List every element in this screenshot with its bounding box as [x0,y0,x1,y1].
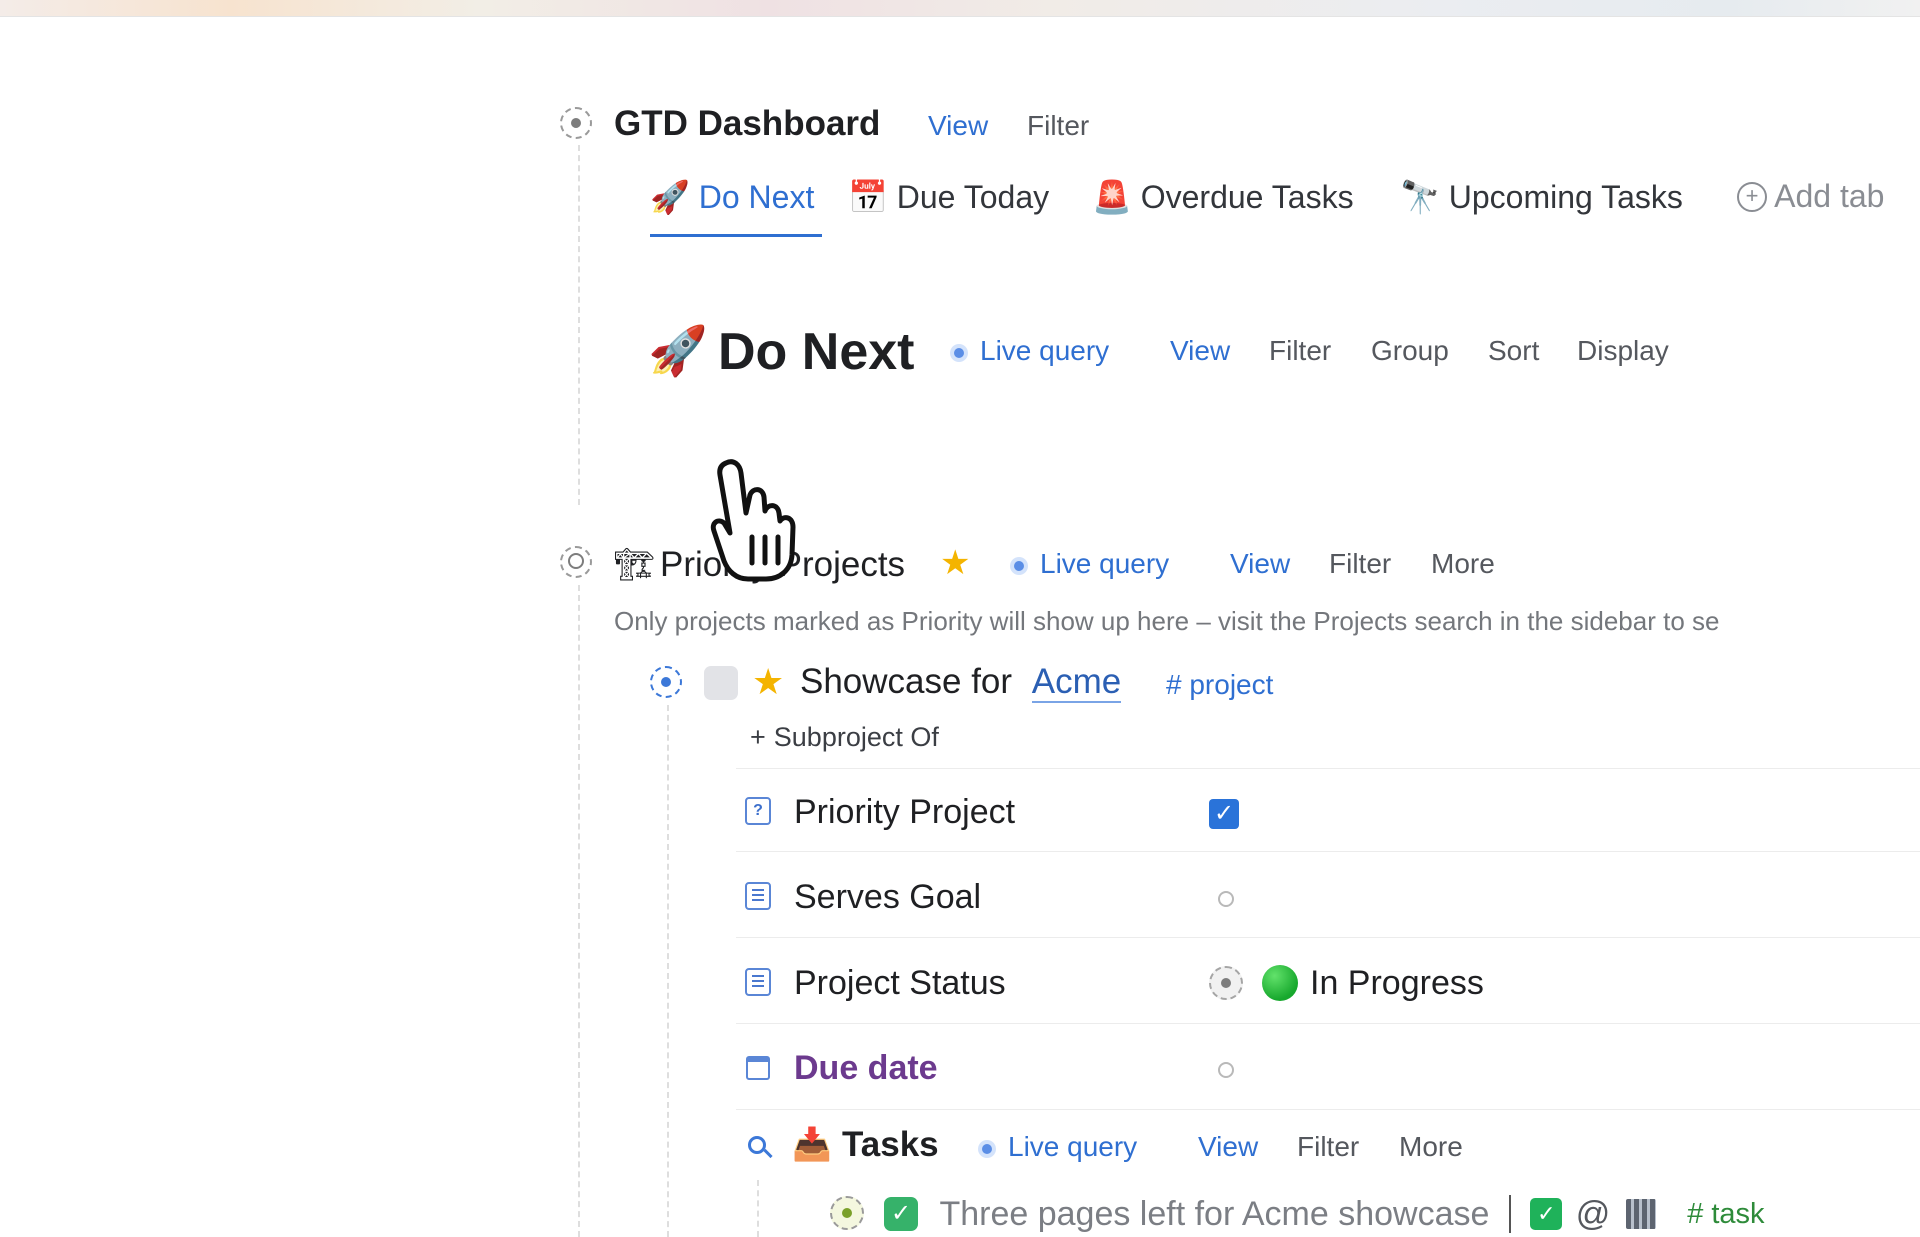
tasks-more-button[interactable]: More [1399,1131,1463,1163]
active-tab-underline [650,234,822,237]
priority-projects-view-button[interactable]: View [1230,548,1290,580]
section-title-do-next: Do Next [718,323,915,381]
plus-circle-icon: + [1737,181,1767,212]
search-icon-handle [763,1148,773,1159]
section-title-tasks: Tasks [842,1125,939,1164]
task-node-bullet[interactable] [830,1196,864,1230]
property-label: Project Status [794,964,1006,1002]
tab-label: Overdue Tasks [1140,179,1354,215]
due-date-empty-value[interactable] [1218,1062,1234,1078]
priority-projects-filter-button[interactable]: Filter [1329,548,1391,580]
do-next-group-button[interactable]: Group [1371,335,1449,367]
tasks-view-button[interactable]: View [1198,1131,1258,1163]
tree-guide-line [757,1180,759,1237]
dashboard-view-button[interactable]: View [928,110,988,142]
priority-projects-live-query[interactable]: Live query [1010,548,1169,580]
rocket-icon: 🚀 [650,178,690,216]
property-divider [736,1109,1920,1110]
green-circle-icon [1262,965,1298,1001]
tab-label: Due Today [896,179,1050,215]
calendar-icon [746,1056,770,1080]
search-node-bullet[interactable] [560,546,592,578]
do-next-view-button[interactable]: View [1170,335,1230,367]
tab-due-today[interactable]: 📅 Due Today [848,178,1049,216]
page-title: GTD Dashboard [614,104,881,143]
task-text: Three pages left for Acme showcase [939,1194,1490,1233]
project-status-value[interactable]: In Progress [1310,964,1484,1003]
tasks-filter-button[interactable]: Filter [1297,1131,1359,1163]
dashboard-filter-button[interactable]: Filter [1027,110,1089,142]
do-next-filter-button[interactable]: Filter [1269,335,1331,367]
project-tag[interactable]: # project [1166,669,1273,701]
task-done-checkbox[interactable]: ✓ [884,1197,918,1232]
tasks-live-query[interactable]: Live query [978,1131,1137,1163]
tab-upcoming-tasks[interactable]: 🔭 Upcoming Tasks [1400,178,1683,216]
tree-guide-line [578,585,580,1237]
priority-projects-more-button[interactable]: More [1431,548,1495,580]
property-label: Serves Goal [794,878,982,916]
calendar-icon: 📅 [848,178,888,216]
star-icon: ★ [752,662,785,703]
add-tab-label: Add tab [1774,178,1885,214]
tab-label: Do Next [698,179,815,215]
live-query-indicator-icon [978,1139,996,1158]
property-divider [736,1023,1920,1024]
project-checkbox[interactable] [704,666,738,700]
live-query-indicator-icon [1010,556,1028,575]
telescope-icon: 🔭 [1400,178,1440,216]
property-label: Priority Project [794,793,1016,831]
project-title-prefix: Showcase for [800,662,1013,701]
do-next-display-button[interactable]: Display [1577,335,1669,367]
property-divider [736,937,1920,938]
check-mark-icon: ✓ [1530,1198,1563,1231]
property-divider [736,768,1920,769]
add-subproject-button[interactable]: + Subproject Of [750,722,939,753]
tab-overdue-tasks[interactable]: 🚨 Overdue Tasks [1092,178,1354,216]
tree-guide-line [578,145,580,505]
rocket-icon: 🚀 [648,323,708,379]
context-at-symbol: @ [1575,1194,1611,1233]
list-icon [745,882,771,910]
project-link-acme[interactable]: Acme [1031,662,1122,703]
status-node-bullet[interactable] [1209,966,1243,1000]
priority-projects-description: Only projects marked as Priority will sh… [614,606,1720,636]
live-query-indicator-icon [950,343,968,362]
property-label: Due date [794,1049,938,1087]
tree-guide-line [667,705,669,1237]
hand-cursor-icon [710,459,796,582]
project-title: Showcase for Acme [800,662,1122,703]
serves-goal-empty-value[interactable] [1218,891,1234,907]
tab-do-next[interactable]: 🚀 Do Next [650,178,814,216]
magnifier-icon [568,553,584,569]
task-tag[interactable]: # task [1687,1198,1764,1230]
add-tab-button[interactable]: + Add tab [1737,178,1884,215]
do-next-live-query[interactable]: Live query [950,335,1109,367]
construction-icon: 🏗 [614,545,655,583]
property-divider [736,851,1920,852]
task-row[interactable]: ✓ Three pages left for Acme showcase ✓ @… [884,1193,1765,1234]
question-box-icon: ? [745,797,771,825]
inbox-tray-icon: 📥 [792,1125,832,1163]
task-separator [1508,1195,1511,1234]
priority-project-checkbox[interactable]: ✓ [1209,799,1239,829]
tab-label: Upcoming Tasks [1448,179,1683,215]
do-next-sort-button[interactable]: Sort [1488,335,1539,367]
top-banner-strip [0,0,1920,17]
siren-icon: 🚨 [1092,178,1132,216]
project-node-bullet[interactable] [650,666,682,698]
list-icon [745,968,771,996]
office-building-icon [1625,1199,1656,1230]
dashboard-node-bullet[interactable] [560,107,592,139]
star-icon: ★ [940,543,971,583]
plus-icon: + [750,722,766,752]
